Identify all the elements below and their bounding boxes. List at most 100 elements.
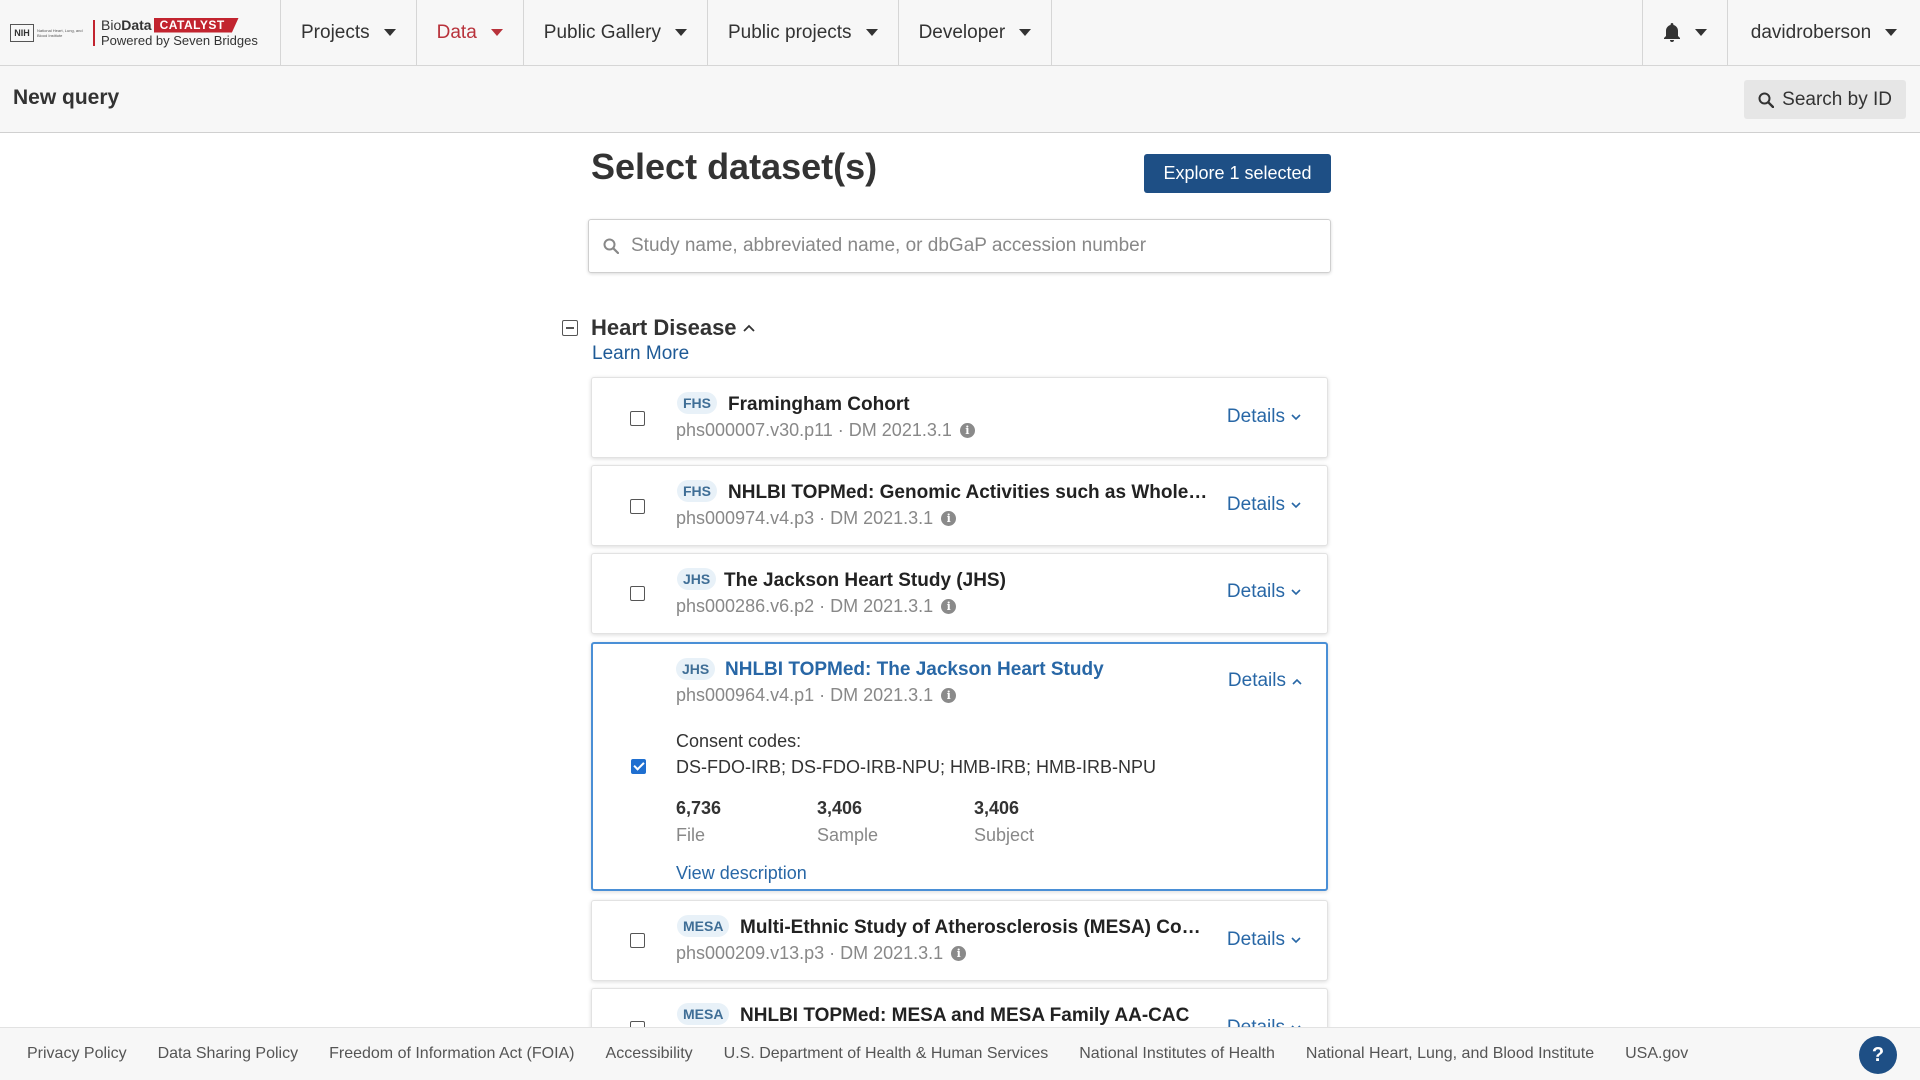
study-title: NHLBI TOPMed: MESA and MESA Family AA-CA…	[740, 1005, 1190, 1026]
nav-public-projects[interactable]: Public projects	[708, 0, 899, 65]
consent-codes-value: DS-FDO-IRB; DS-FDO-IRB-NPU; HMB-IRB; HMB…	[676, 757, 1156, 777]
stat-subject-label: Subject	[974, 825, 1035, 845]
nav-public-gallery-label: Public Gallery	[543, 21, 661, 43]
footer-link-nhlbi[interactable]: National Heart, Lung, and Blood Institut…	[1306, 1045, 1594, 1063]
category-select-all-checkbox[interactable]	[562, 320, 578, 336]
category-heading[interactable]: Heart Disease	[591, 315, 755, 341]
search-icon	[603, 238, 619, 254]
footer-link-privacy-policy[interactable]: Privacy Policy	[27, 1045, 127, 1063]
caret-down-icon	[1019, 29, 1032, 36]
stat-sample-label: Sample	[817, 825, 879, 845]
nih-logo: NIH	[10, 23, 34, 42]
view-description-link[interactable]: View description	[676, 863, 807, 884]
study-card: FHS Framingham Cohort phs000007.v30.p11 …	[591, 377, 1328, 458]
study-tag: MESA	[677, 915, 730, 937]
search-by-id-button[interactable]: Search by ID	[1744, 80, 1906, 119]
biodata-catalyst-logo[interactable]: NIH National Heart, Lung, and Blood Inst…	[0, 0, 281, 65]
study-title: Framingham Cohort	[728, 394, 910, 415]
brand-word-bio: Bio	[101, 16, 122, 33]
search-icon	[1758, 92, 1775, 108]
learn-more-link[interactable]: Learn More	[592, 343, 689, 365]
page-title: New query	[13, 86, 120, 109]
select-datasets-heading: Select dataset(s)	[591, 146, 878, 187]
study-search-input[interactable]	[629, 234, 1330, 258]
footer-link-accessibility[interactable]: Accessibility	[606, 1045, 693, 1063]
study-checkbox-checked[interactable]	[631, 759, 646, 774]
nav-public-gallery[interactable]: Public Gallery	[524, 0, 708, 65]
info-icon[interactable]: i	[951, 946, 967, 961]
nav-spacer	[1052, 0, 1643, 65]
study-checkbox[interactable]	[630, 933, 645, 948]
notifications-button[interactable]	[1643, 0, 1728, 65]
bell-icon	[1664, 22, 1680, 42]
brand-powered-by: Powered by Seven Bridges	[101, 32, 258, 48]
user-name: davidroberson	[1750, 21, 1872, 43]
nav-developer[interactable]: Developer	[899, 0, 1053, 65]
chevron-up-icon	[1292, 678, 1302, 685]
consent-codes-label: Consent codes:	[676, 731, 802, 751]
nav-projects-label: Projects	[301, 21, 370, 43]
info-icon[interactable]: i	[941, 688, 957, 703]
caret-down-icon	[865, 29, 878, 36]
study-checkbox[interactable]	[630, 586, 645, 601]
study-tag: FHS	[677, 480, 717, 502]
details-label: Details	[1226, 581, 1285, 602]
study-meta: phs000209.v13.p3 · DM 2021.3.1 i	[676, 943, 967, 964]
help-button[interactable]: ?	[1859, 1036, 1897, 1074]
caret-down-icon	[490, 29, 503, 36]
caret-down-icon	[1695, 29, 1707, 36]
details-label: Details	[1226, 494, 1285, 515]
chevron-down-icon	[1291, 413, 1301, 420]
chevron-up-icon	[742, 324, 755, 332]
info-icon[interactable]: i	[959, 423, 975, 438]
study-checkbox[interactable]	[630, 499, 645, 514]
study-accession: phs000007.v30.p11 · DM 2021.3.1	[676, 420, 952, 440]
details-toggle[interactable]: Details	[1227, 581, 1301, 603]
stat-sample-count: 3,406	[817, 798, 863, 818]
footer: Privacy Policy Data Sharing Policy Freed…	[0, 1027, 1920, 1080]
study-card: FHS NHLBI TOPMed: Genomic Activities suc…	[591, 465, 1328, 546]
brand-words: Bio Data CATALYST Powered by Seven Bridge…	[101, 16, 258, 48]
details-label: Details	[1227, 670, 1286, 691]
details-toggle[interactable]: Details	[1227, 494, 1301, 516]
brand-pill-catalyst: CATALYST	[153, 17, 239, 33]
footer-link-data-sharing-policy[interactable]: Data Sharing Policy	[158, 1045, 299, 1063]
study-card-expanded: JHS NHLBI TOPMed: The Jackson Heart Stud…	[591, 642, 1328, 891]
caret-down-icon	[675, 29, 687, 36]
footer-link-nih[interactable]: National Institutes of Health	[1079, 1045, 1275, 1063]
study-meta: phs000964.v4.p1 · DM 2021.3.1 i	[676, 685, 957, 706]
study-title: NHLBI TOPMed: Genomic Activities such as…	[728, 482, 1208, 503]
stat-file-count: 6,736	[676, 798, 722, 818]
nav-projects[interactable]: Projects	[281, 0, 417, 65]
study-title[interactable]: NHLBI TOPMed: The Jackson Heart Study	[725, 659, 1185, 681]
chevron-down-icon	[1291, 501, 1301, 508]
study-accession: phs000974.v4.p3 · DM 2021.3.1	[676, 508, 934, 528]
stat-file-label: File	[676, 825, 706, 845]
study-title: Multi-Ethnic Study of Atherosclerosis (M…	[740, 917, 1201, 938]
nav-data[interactable]: Data	[417, 0, 524, 65]
details-toggle[interactable]: Details	[1227, 929, 1301, 951]
study-card: JHS The Jackson Heart Study (JHS) phs000…	[591, 553, 1328, 634]
info-icon[interactable]: i	[941, 599, 957, 614]
details-toggle[interactable]: Details	[1228, 670, 1302, 692]
footer-link-foia[interactable]: Freedom of Information Act (FOIA)	[329, 1045, 574, 1063]
study-meta: phs000007.v30.p11 · DM 2021.3.1 i	[676, 420, 975, 441]
study-meta: phs000286.v6.p2 · DM 2021.3.1 i	[676, 596, 957, 617]
page-header: New query Search by ID	[0, 66, 1920, 133]
details-toggle[interactable]: Details	[1227, 406, 1301, 428]
nav-public-projects-label: Public projects	[728, 21, 852, 43]
footer-link-hhs[interactable]: U.S. Department of Health & Human Servic…	[724, 1045, 1049, 1063]
study-tag: MESA	[677, 1003, 730, 1025]
study-tag: JHS	[676, 658, 716, 680]
explore-selected-button[interactable]: Explore 1 selected	[1144, 154, 1331, 193]
nav-developer-label: Developer	[918, 21, 1006, 43]
study-search-box	[588, 219, 1331, 273]
study-checkbox[interactable]	[630, 411, 645, 426]
user-menu[interactable]: davidroberson	[1728, 0, 1920, 65]
info-icon[interactable]: i	[941, 511, 957, 526]
caret-down-icon	[1885, 29, 1898, 36]
study-tag: JHS	[677, 568, 717, 590]
search-by-id-label: Search by ID	[1782, 88, 1892, 110]
footer-link-usa-gov[interactable]: USA.gov	[1625, 1045, 1688, 1063]
stat-subject-count: 3,406	[974, 798, 1020, 818]
